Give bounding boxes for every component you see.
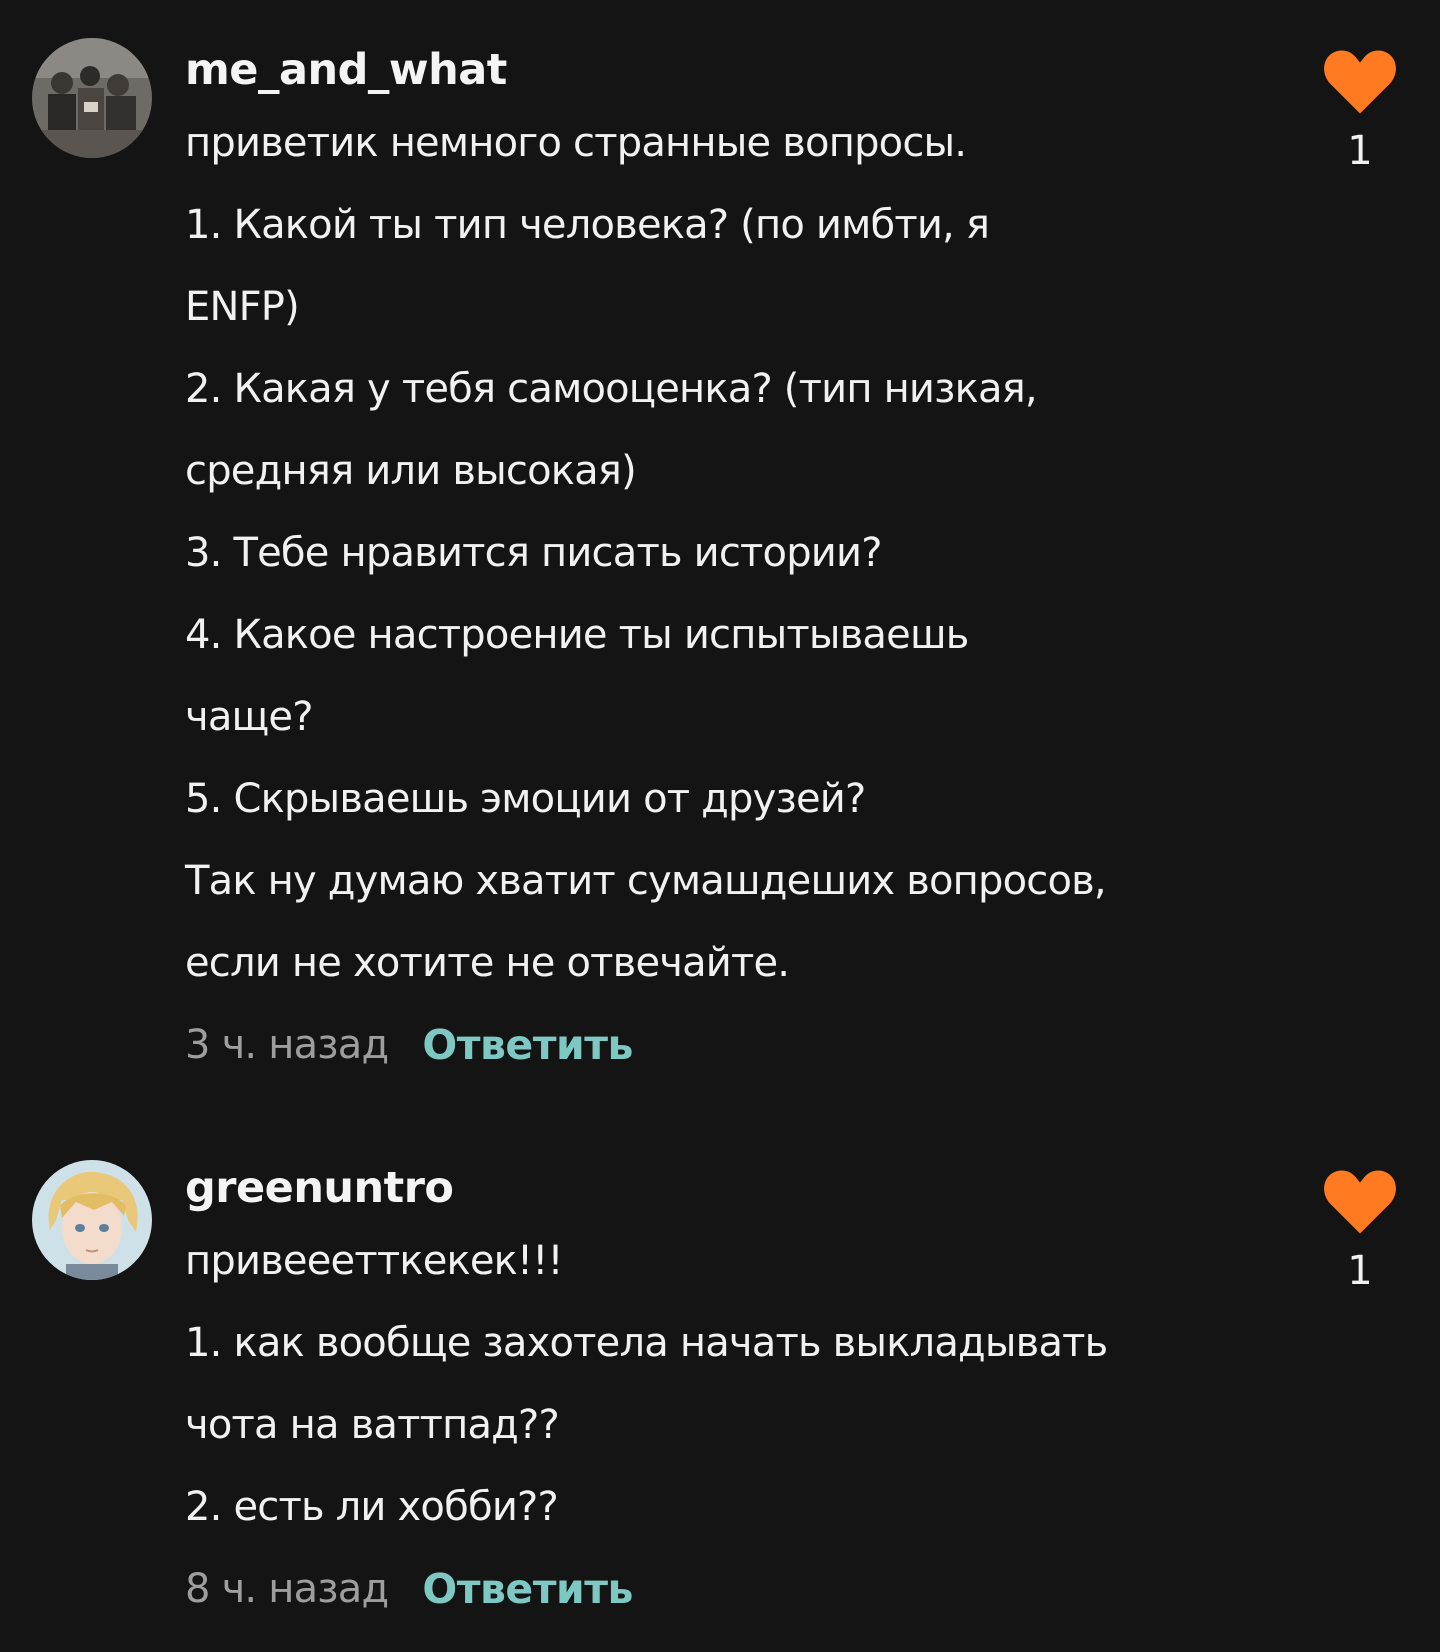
like-count: 1 <box>1347 128 1373 174</box>
comment-text-line: Так ну думаю хватит сумашдеших вопросов, <box>185 858 1107 904</box>
comment-text-line: 5. Скрываешь эмоции от друзей? <box>185 776 866 822</box>
reply-button[interactable]: Ответить <box>422 1021 633 1069</box>
reply-button[interactable]: Ответить <box>422 1565 633 1613</box>
like-count: 1 <box>1347 1248 1373 1294</box>
comment-text: приветик немного странные вопросы. 1. Ка… <box>185 102 1245 1004</box>
comment-text-line: привееетткекек!!! <box>185 1238 564 1284</box>
comment-body: me_and_what приветик немного странные во… <box>185 40 1245 1086</box>
comment-text-line: 1. как вообще захотела начать выкладыват… <box>185 1320 1108 1366</box>
comment-text-line: приветик немного странные вопросы. <box>185 120 967 166</box>
comment-text-line: чота на ваттпад?? <box>185 1402 560 1448</box>
timestamp: 3 ч. назад <box>185 1022 389 1068</box>
comment-text-line: 2. Какая у тебя самооценка? (тип низкая, <box>185 366 1038 412</box>
avatar[interactable] <box>32 1160 152 1280</box>
comment-body: greenuntro привееетткекек!!! 1. как вооб… <box>185 1158 1245 1630</box>
comment-meta: 8 ч. назад Ответить <box>185 1548 1245 1630</box>
comment-text-line: средняя или высокая) <box>185 448 637 494</box>
comment-text-line: 1. Какой ты тип человека? (по имбти, я <box>185 202 990 248</box>
anime-character-avatar-icon <box>32 1160 152 1280</box>
comment-text-line: 3. Тебе нравится писать истории? <box>185 530 882 576</box>
heart-icon[interactable] <box>1324 1170 1396 1234</box>
username[interactable]: me_and_what <box>185 40 1245 100</box>
comment-text-line: 4. Какое настроение ты испытываешь <box>185 612 969 658</box>
like-control: 1 <box>1320 50 1400 176</box>
comment-text: привееетткекек!!! 1. как вообще захотела… <box>185 1220 1245 1548</box>
heart-icon[interactable] <box>1324 50 1396 114</box>
timestamp: 8 ч. назад <box>185 1566 389 1612</box>
comment-text-line: ENFP) <box>185 284 300 330</box>
username[interactable]: greenuntro <box>185 1158 1245 1218</box>
comment-text-line: если не хотите не отвечайте. <box>185 940 790 986</box>
comment-text-line: 2. есть ли хобби?? <box>185 1484 559 1530</box>
comment-text-line: чаще? <box>185 694 313 740</box>
like-control: 1 <box>1320 1170 1400 1296</box>
comment-meta: 3 ч. назад Ответить <box>185 1004 1245 1086</box>
group-photo-avatar-icon <box>32 38 152 158</box>
avatar[interactable] <box>32 38 152 158</box>
